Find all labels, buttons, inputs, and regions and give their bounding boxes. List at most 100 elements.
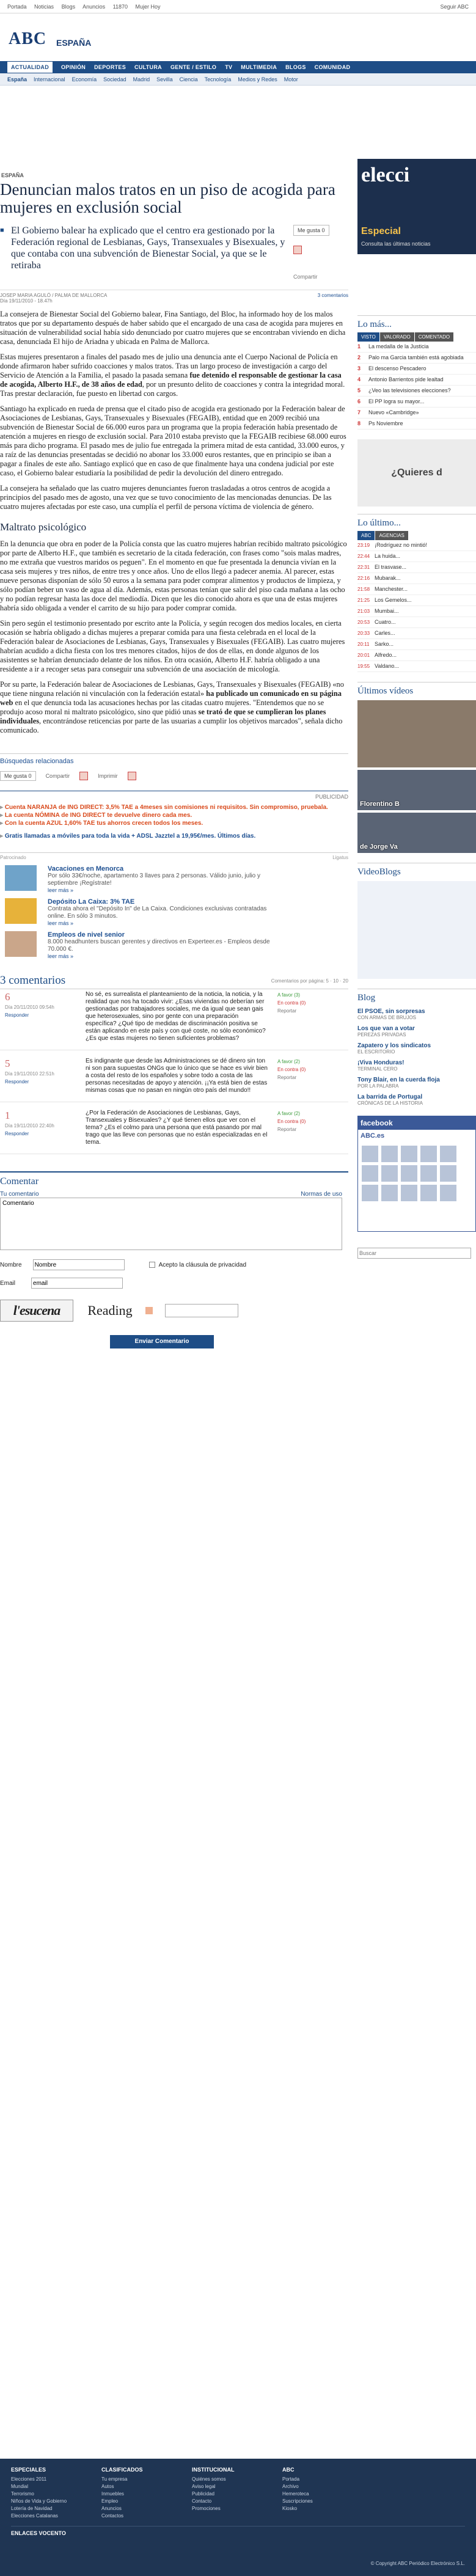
promo-link[interactable]: Gratis llamadas a móviles para toda la v… — [0, 832, 348, 840]
ad-thumbnail[interactable] — [5, 865, 37, 891]
send-comment-button[interactable]: Enviar Comentario — [110, 1335, 214, 1348]
like-button[interactable]: Me gusta 0 — [293, 225, 329, 236]
ad-title[interactable]: Vacaciones en Menorca — [48, 865, 286, 873]
video-thumbnail[interactable]: de Jorge Va — [357, 813, 476, 853]
list-item[interactable]: 21:25 Los Gemelos... — [357, 595, 476, 606]
blog-entry[interactable]: El PSOE, sin sorpresas — [357, 1008, 476, 1015]
ad-more[interactable]: leer más » — [48, 920, 286, 926]
list-item[interactable]: 22:16 Mubarak... — [357, 573, 476, 584]
list-item[interactable]: 1 La medalla de la Justicia — [357, 342, 476, 353]
list-item[interactable]: 20:11 Sarko... — [357, 639, 476, 650]
email-input[interactable] — [31, 1278, 123, 1289]
list-item[interactable]: 21:03 Mumbai... — [357, 606, 476, 617]
subnav-sevilla[interactable]: Sevilla — [156, 76, 173, 82]
reply-link[interactable]: Responder — [5, 1079, 86, 1085]
vote-down-button[interactable]: En contra (0) — [277, 1066, 345, 1074]
list-item[interactable]: 20:53 Cuatro... — [357, 617, 476, 628]
vote-down-button[interactable]: En contra (0) — [277, 999, 345, 1007]
captcha-input[interactable] — [165, 1304, 238, 1317]
ad-thumbnail[interactable] — [5, 931, 37, 957]
top-bar-right[interactable]: Seguir ABC — [440, 4, 469, 10]
nav-multimedia[interactable]: MULTIMEDIA — [241, 64, 277, 70]
footer-link[interactable]: Promociones — [192, 2505, 282, 2512]
footer-link[interactable]: Suscripciones — [282, 2498, 373, 2505]
report-link[interactable]: Reportar — [277, 1007, 345, 1015]
video-thumbnail[interactable] — [357, 700, 476, 767]
vote-up-button[interactable]: A favor (2) — [277, 1058, 345, 1066]
tab-valorado[interactable]: VALORADO — [379, 332, 414, 342]
nav-actualidad[interactable]: ACTUALIDAD — [7, 62, 53, 73]
list-item[interactable]: 8 Ps Noviembre — [357, 419, 476, 430]
footer-link[interactable]: Autos — [101, 2483, 192, 2490]
footer-link[interactable]: Elecciones 2011 — [11, 2476, 101, 2483]
nav-cultura[interactable]: CULTURA — [134, 64, 162, 70]
subnav-sociedad[interactable]: Sociedad — [103, 76, 126, 82]
top-link-mujer-hoy[interactable]: Mujer Hoy — [136, 4, 161, 10]
tab-visto[interactable]: VISTO — [357, 332, 379, 342]
top-link-anuncios[interactable]: Anuncios — [82, 4, 105, 10]
ad-item[interactable]: Empleos de nivel senior 8.000 headhunters… — [0, 931, 348, 959]
nav-comunidad[interactable]: COMUNIDAD — [315, 64, 351, 70]
tab-abc[interactable]: ABC — [357, 531, 375, 540]
promo-link[interactable]: Con la cuenta AZUL 1,60% TAE tus ahorros… — [0, 819, 348, 827]
video-thumbnail[interactable]: Florentino B — [357, 770, 476, 810]
list-item[interactable]: 2 Palo ma Garcia también está agobiada — [357, 353, 476, 364]
comment-textarea[interactable]: Comentario — [0, 1198, 342, 1250]
related-searches[interactable]: Búsquedas relacionadas — [0, 753, 348, 765]
footer-link[interactable]: Empleo — [101, 2498, 192, 2505]
subnav-ciencia[interactable]: Ciencia — [180, 76, 198, 82]
footer-link[interactable]: Lotería de Navidad — [11, 2505, 101, 2512]
footer-link[interactable]: Inmuebles — [101, 2490, 192, 2498]
print-icon[interactable] — [293, 246, 302, 254]
share-link-bottom[interactable]: Compartir — [46, 773, 70, 779]
list-item[interactable]: 22:31 El trasvase... — [357, 562, 476, 573]
footer-link[interactable]: Quiénes somos — [192, 2476, 282, 2483]
tab-agencias[interactable]: AGENCIAS — [375, 531, 408, 540]
top-link-11870[interactable]: 11870 — [113, 4, 128, 10]
subnav-motor[interactable]: Motor — [284, 76, 298, 82]
refresh-icon[interactable] — [145, 1307, 153, 1314]
promo-link[interactable]: Cuenta NARANJA de ING DIRECT: 3,5% TAE a… — [0, 803, 348, 811]
ad-item[interactable]: Vacaciones en Menorca Por sólo 33€/noche,… — [0, 865, 348, 893]
report-link[interactable]: Reportar — [277, 1125, 345, 1133]
list-item[interactable]: 5 ¿Veo las televisiones elecciones? — [357, 386, 476, 397]
subnav-medios-redes[interactable]: Medios y Redes — [238, 76, 277, 82]
search-input[interactable] — [357, 1248, 471, 1259]
list-item[interactable]: 3 El descenso Pescadero — [357, 364, 476, 375]
subnav-madrid[interactable]: Madrid — [133, 76, 150, 82]
footer-link[interactable]: Contacto — [192, 2498, 282, 2505]
print-icon[interactable] — [127, 772, 136, 780]
list-item[interactable]: 23:19 ¡Rodríguez no mintió! — [357, 540, 476, 551]
top-link-noticias[interactable]: Noticias — [34, 4, 54, 10]
ligatus-logo[interactable]: Ligatus — [332, 855, 348, 860]
list-item[interactable]: 20:01 Alfredo... — [357, 650, 476, 661]
footer-link[interactable]: Aviso legal — [192, 2483, 282, 2490]
top-link-portada[interactable]: Portada — [7, 4, 27, 10]
footer-link[interactable]: Terrorismo — [11, 2490, 101, 2498]
reply-link[interactable]: Responder — [5, 1131, 86, 1136]
subnav-economia[interactable]: Economía — [72, 76, 97, 82]
footer-link[interactable]: Archivo — [282, 2483, 373, 2490]
ad-banner[interactable]: ¿Quieres d — [357, 439, 476, 507]
ad-item[interactable]: Depósito La Caixa: 3% TAE Contrata ahora … — [0, 898, 348, 926]
footer-link[interactable]: Hemeroteca — [282, 2490, 373, 2498]
blog-entry[interactable]: ¡Viva Honduras! — [357, 1059, 476, 1066]
facebook-page[interactable]: ABC.es — [358, 1130, 475, 1142]
like-button-bottom[interactable]: Me gusta 0 — [0, 771, 36, 781]
list-item[interactable]: 20:33 Carles... — [357, 628, 476, 639]
vote-up-button[interactable]: A favor (2) — [277, 1110, 345, 1118]
footer-link[interactable]: Portada — [282, 2476, 373, 2483]
tab-comentado[interactable]: COMENTADO — [414, 332, 454, 342]
footer-link[interactable]: Elecciones Catalanas — [11, 2512, 101, 2520]
ad-title[interactable]: Depósito La Caixa: 3% TAE — [48, 898, 286, 906]
privacy-label[interactable]: Acepto la cláusula de privacidad — [159, 1262, 246, 1268]
reply-link[interactable]: Responder — [5, 1012, 86, 1018]
list-item[interactable]: 6 El PP logra su mayor... — [357, 397, 476, 408]
rules-link[interactable]: Normas de uso — [301, 1191, 342, 1198]
share-icon[interactable] — [79, 772, 89, 780]
comments-link[interactable]: 3 comentarios — [318, 293, 348, 298]
elections-banner[interactable]: elecci Especial Consulta las últimas not… — [357, 159, 476, 254]
ad-thumbnail[interactable] — [5, 898, 37, 924]
subnav-espana[interactable]: España — [7, 76, 27, 82]
footer-link[interactable]: Kiosko — [282, 2505, 373, 2512]
